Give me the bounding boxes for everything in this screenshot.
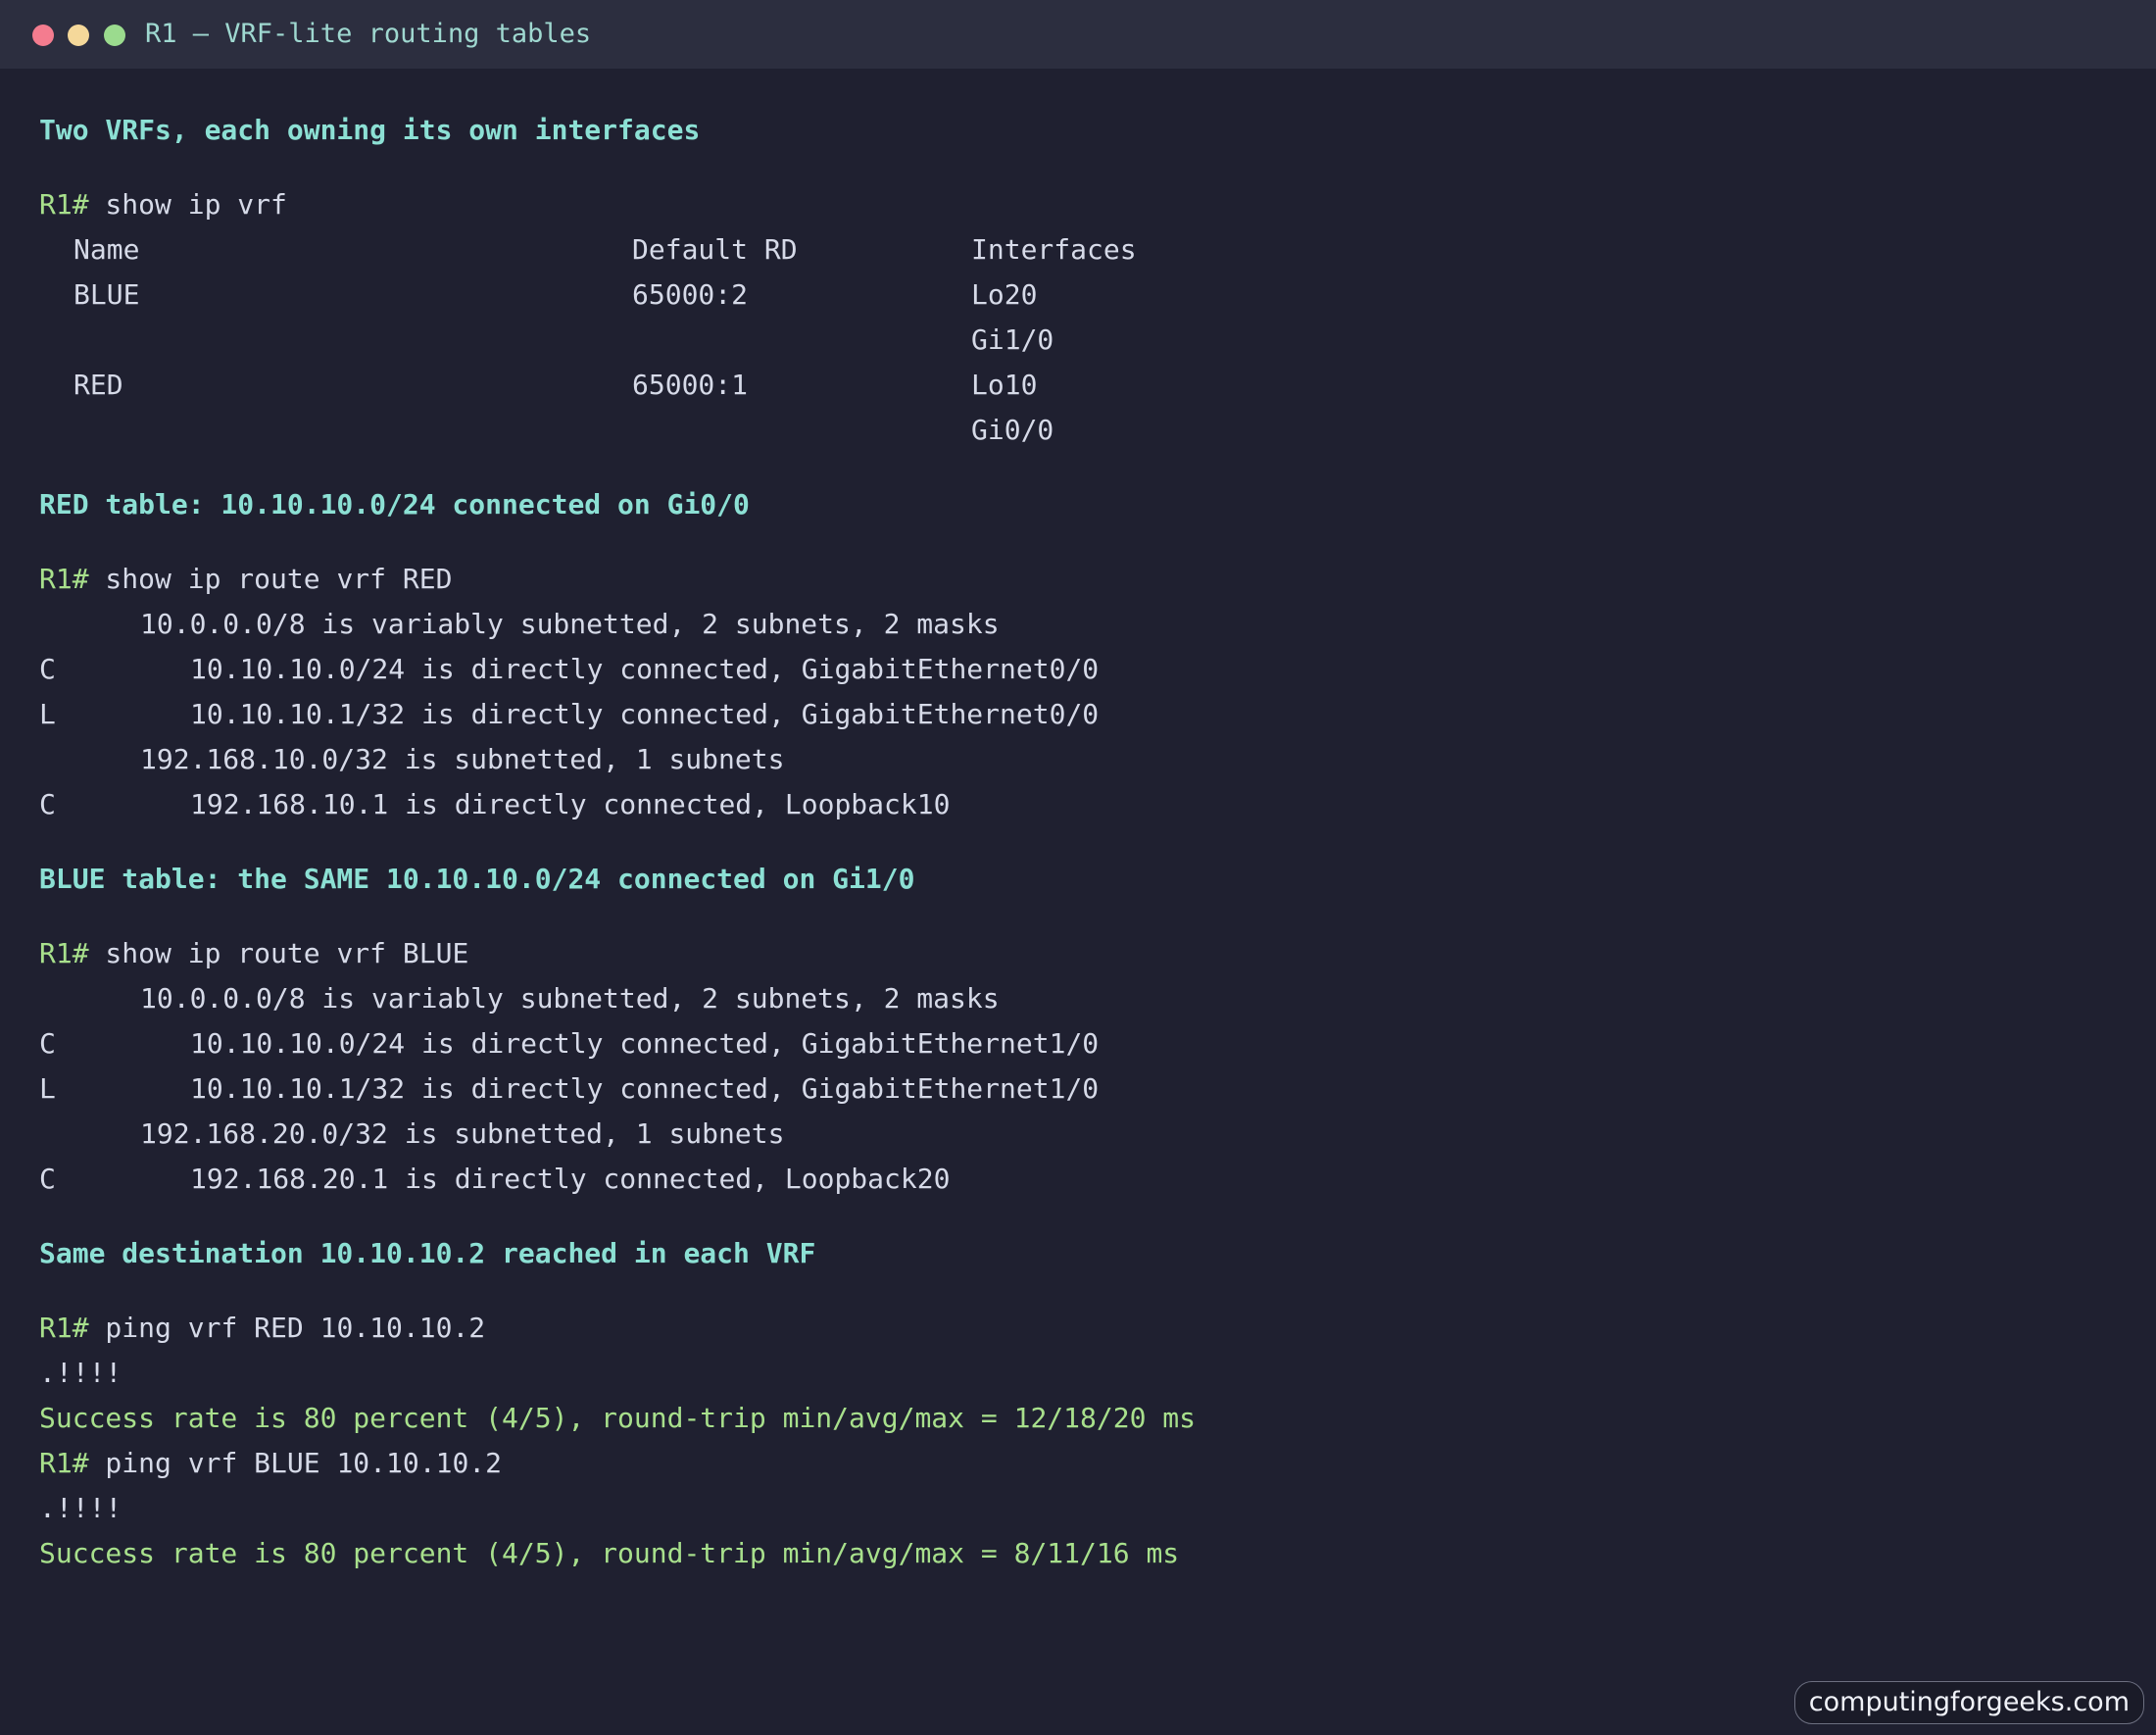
window-title: R1 — VRF-lite routing tables <box>145 19 592 49</box>
vrf-row-continuation: Gi0/0 <box>39 408 2136 453</box>
command-line: R1# show ip route vrf RED <box>39 557 2136 602</box>
prompt: R1# <box>39 1447 89 1479</box>
route-code: C <box>39 1027 56 1060</box>
minimize-window-button[interactable] <box>68 25 89 46</box>
section-heading: RED table: 10.10.10.0/24 connected on Gi… <box>39 488 750 520</box>
ping-result: Success rate is 80 percent (4/5), round-… <box>39 1402 1197 1434</box>
close-window-button[interactable] <box>32 25 54 46</box>
route-summary-line: 10.0.0.0/8 is variably subnetted, 2 subn… <box>140 982 1000 1015</box>
command-text: ping vrf BLUE 10.10.10.2 <box>88 1447 503 1479</box>
route-code: C <box>39 653 56 685</box>
column-header-rd: Default RD <box>632 233 798 266</box>
route-line: L 10.10.10.1/32 is directly connected, Gi… <box>39 692 2136 737</box>
title-bar: R1 — VRF-lite routing tables <box>0 0 2156 69</box>
vrf-row: RED 65000:1 Lo10 <box>39 363 2136 408</box>
maximize-window-button[interactable] <box>104 25 125 46</box>
route-text: 10.10.10.1/32 is directly connected, Gig… <box>190 698 1100 730</box>
prompt: R1# <box>39 563 89 595</box>
route-code: C <box>39 788 56 820</box>
prompt: R1# <box>39 1312 89 1344</box>
vrf-interface: Lo10 <box>971 369 1038 401</box>
command-line: R1# ping vrf RED 10.10.10.2 <box>39 1306 2136 1351</box>
vrf-table-header: Name Default RD Interfaces <box>39 227 2136 273</box>
route-line: C 10.10.10.0/24 is directly connected, Gi… <box>39 647 2136 692</box>
vrf-interface: Gi1/0 <box>971 323 1054 356</box>
vrf-interface: Gi0/0 <box>971 414 1054 446</box>
route-text: 10.10.10.1/32 is directly connected, Gig… <box>190 1072 1100 1105</box>
command-line: R1# ping vrf BLUE 10.10.10.2 <box>39 1441 2136 1486</box>
route-summary-line: 10.0.0.0/8 is variably subnetted, 2 subn… <box>140 608 1000 640</box>
ping-result: Success rate is 80 percent (4/5), round-… <box>39 1537 1180 1569</box>
route-text: 192.168.20.1 is directly connected, Loop… <box>190 1163 951 1195</box>
command-text: show ip route vrf BLUE <box>88 937 469 969</box>
route-text: 192.168.10.1 is directly connected, Loop… <box>190 788 951 820</box>
column-header-interfaces: Interfaces <box>971 233 1137 266</box>
route-line: C 10.10.10.0/24 is directly connected, Gi… <box>39 1021 2136 1066</box>
prompt: R1# <box>39 188 89 221</box>
section-heading: Same destination 10.10.10.2 reached in e… <box>39 1237 816 1269</box>
ping-marks: .!!!! <box>39 1357 122 1389</box>
watermark-badge: computingforgeeks.com <box>1793 1681 2144 1724</box>
route-line: L 10.10.10.1/32 is directly connected, Gi… <box>39 1066 2136 1112</box>
vrf-rd: 65000:1 <box>632 369 749 401</box>
column-header-name: Name <box>74 233 140 266</box>
vrf-row: BLUE 65000:2 Lo20 <box>39 273 2136 318</box>
route-code: L <box>39 698 56 730</box>
command-line: R1# show ip vrf <box>39 182 2136 227</box>
section-heading: Two VRFs, each owning its own interfaces <box>39 114 701 146</box>
prompt: R1# <box>39 937 89 969</box>
route-code: C <box>39 1163 56 1195</box>
command-text: show ip vrf <box>88 188 287 221</box>
section-heading: BLUE table: the SAME 10.10.10.0/24 conne… <box>39 863 915 895</box>
route-text: 10.10.10.0/24 is directly connected, Gig… <box>190 1027 1100 1060</box>
vrf-row-continuation: Gi1/0 <box>39 318 2136 363</box>
terminal-window: R1 — VRF-lite routing tables Two VRFs, e… <box>0 0 2156 1735</box>
command-text: ping vrf RED 10.10.10.2 <box>88 1312 486 1344</box>
vrf-interface: Lo20 <box>971 278 1038 311</box>
route-line: C 192.168.10.1 is directly connected, Loo… <box>39 782 2136 827</box>
vrf-rd: 65000:2 <box>632 278 749 311</box>
command-text: show ip route vrf RED <box>88 563 453 595</box>
route-summary-line: 192.168.10.0/32 is subnetted, 1 subnets <box>140 743 785 775</box>
vrf-name: RED <box>74 369 123 401</box>
command-line: R1# show ip route vrf BLUE <box>39 931 2136 976</box>
terminal-output[interactable]: Two VRFs, each owning its own interfaces… <box>39 108 2136 1576</box>
ping-marks: .!!!! <box>39 1492 122 1524</box>
vrf-name: BLUE <box>74 278 140 311</box>
route-summary-line: 192.168.20.0/32 is subnetted, 1 subnets <box>140 1117 785 1150</box>
route-line: C 192.168.20.1 is directly connected, Loo… <box>39 1157 2136 1202</box>
route-code: L <box>39 1072 56 1105</box>
route-text: 10.10.10.0/24 is directly connected, Gig… <box>190 653 1100 685</box>
